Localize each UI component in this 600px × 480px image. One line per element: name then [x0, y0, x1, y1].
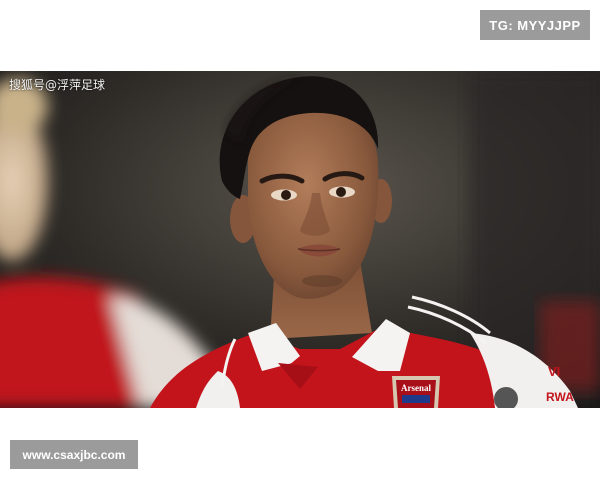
photo-credit: 搜狐号@浮萍足球 [9, 78, 106, 92]
arsenal-crest-icon: Arsenal [392, 376, 440, 408]
crest-label: Arsenal [401, 383, 431, 393]
player-photo: Arsenal VI RWA [0, 71, 600, 408]
svg-text:VI: VI [548, 364, 560, 379]
url-watermark: www.csaxjbc.com [10, 440, 138, 469]
telegram-watermark: TG: MYYJJPP [480, 10, 590, 40]
svg-text:RWA: RWA [546, 390, 574, 404]
